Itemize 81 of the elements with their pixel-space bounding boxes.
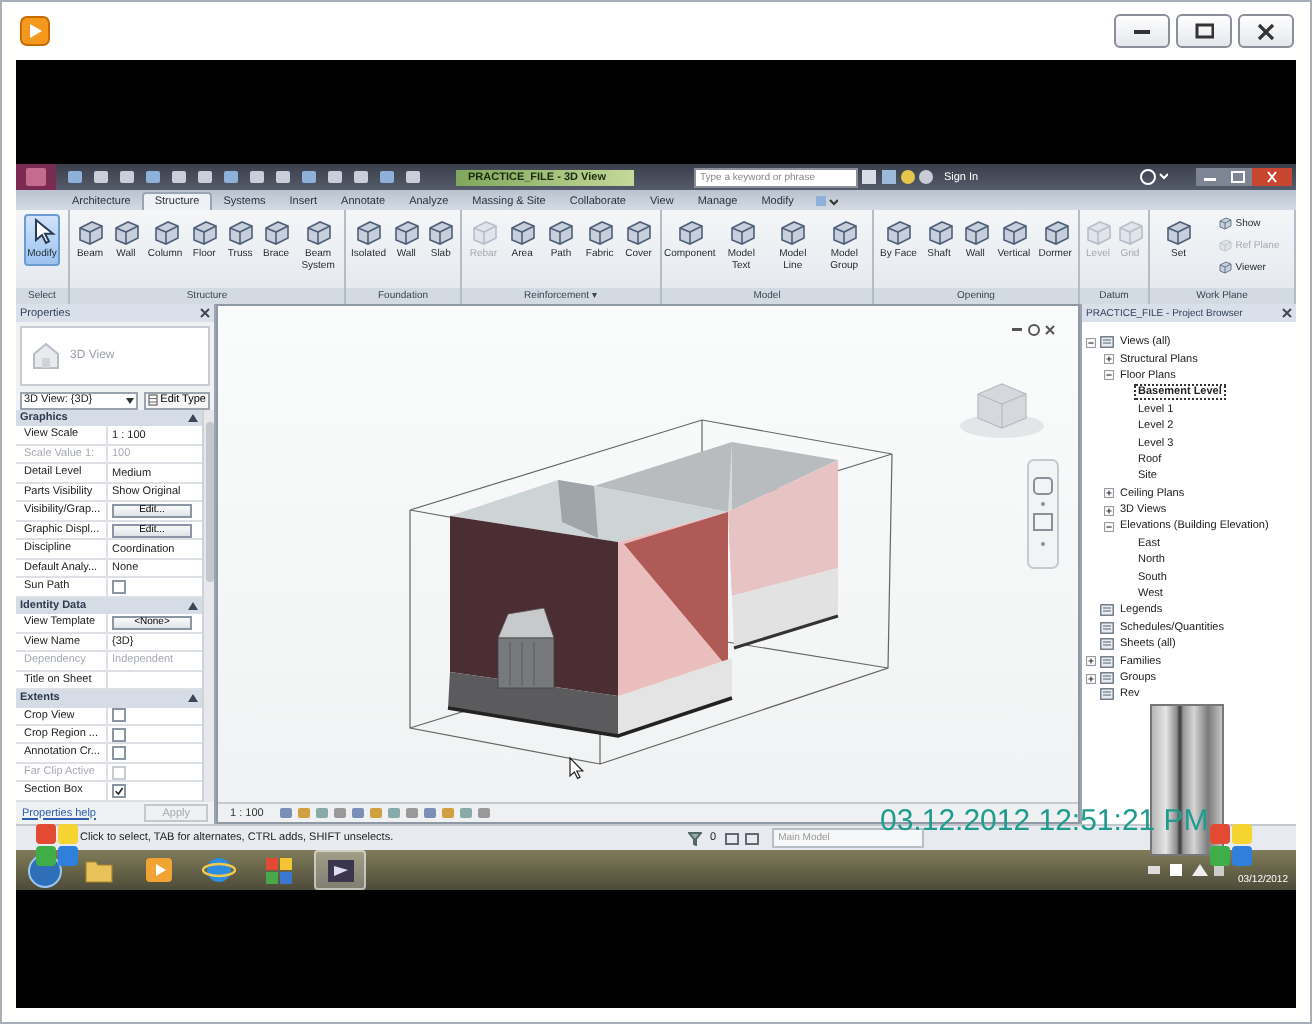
collapse-icon[interactable] [1104,521,1114,532]
block-icon [304,218,333,246]
block-icon [884,218,913,246]
close-icon[interactable] [1252,168,1292,186]
block-icon [508,218,537,246]
block-icon [262,218,291,246]
status-icons-drawing[interactable] [724,831,765,845]
block-icon [961,218,990,246]
expand-icon[interactable] [1104,488,1114,499]
block-icon [151,218,180,246]
block-icon [830,218,859,246]
block-icon [1084,218,1112,246]
tray-icons-drawing[interactable] [1145,862,1226,878]
block-icon [925,218,953,246]
mouse-cursor-icon [569,756,585,780]
filter-icon[interactable] [688,831,702,845]
view-control-icons-drawing[interactable] [279,806,496,820]
expand-icon[interactable] [1086,673,1096,683]
house-icon [30,340,62,372]
checkbox[interactable] [112,784,126,799]
block-icon [354,218,383,246]
toolbar-icons-drawing[interactable] [857,168,938,186]
sheet-icon [1100,655,1114,668]
block-icon [1041,218,1070,246]
grid-icon [148,394,159,406]
block-icon [585,218,614,246]
minimize-button[interactable] [1114,14,1170,48]
block-icon [999,218,1028,246]
sheet-icon [1100,638,1114,651]
block-icon [1217,260,1232,274]
caret-icon [126,397,135,403]
block-icon [426,218,455,246]
block-icon [190,218,219,246]
sheet-icon [1100,688,1114,701]
close-icon [1256,21,1276,41]
expand-icon[interactable] [1086,656,1096,667]
close-icon[interactable] [200,308,210,318]
collapse-icon[interactable] [1086,337,1096,348]
block-icon [111,218,140,246]
navigation-bar-icon[interactable] [1027,459,1059,569]
block-icon [226,218,255,246]
minimize-icon [1132,29,1152,33]
colored-squares-icon [36,824,78,866]
close-button[interactable] [1238,14,1294,48]
building-model-drawing[interactable] [409,419,893,765]
sheet-icon [1100,604,1114,617]
help-icon[interactable] [1136,168,1168,186]
checkbox[interactable] [112,708,126,723]
checkbox[interactable] [112,579,126,594]
sheet-icon [1100,336,1114,349]
play-app-icon [20,16,50,46]
expand-icon[interactable] [1104,354,1114,365]
expand-icon[interactable] [1104,505,1114,516]
maximize-button[interactable] [1176,14,1232,48]
block-icon [469,218,498,246]
colored-squares-icon [1210,824,1252,866]
block-icon [1217,216,1232,230]
minimize-icon[interactable] [1196,168,1224,186]
block-icon [392,218,421,246]
scrollbar[interactable] [202,410,214,802]
view-window-controls-icon[interactable] [1012,324,1055,336]
restore-icon[interactable] [1224,168,1252,186]
sheet-icon [1100,621,1114,634]
block-icon [778,218,807,246]
maximize-icon [1194,21,1214,41]
panel-toggle-icon[interactable] [813,194,838,208]
block-icon [624,218,653,246]
block-icon [727,218,756,246]
block-icon [675,218,704,246]
block-icon [1116,218,1144,246]
collapse-icon[interactable] [1104,370,1114,381]
block-icon [546,218,575,246]
close-icon[interactable] [1282,308,1292,318]
globe-icon[interactable] [199,852,237,888]
block-icon [1217,238,1232,252]
block-icon [1164,218,1193,246]
sheet-icon [1100,672,1114,684]
checkbox[interactable] [112,746,126,761]
block-icon [75,218,104,246]
checkbox[interactable] [112,727,126,742]
app-logo-icon[interactable] [16,164,56,190]
